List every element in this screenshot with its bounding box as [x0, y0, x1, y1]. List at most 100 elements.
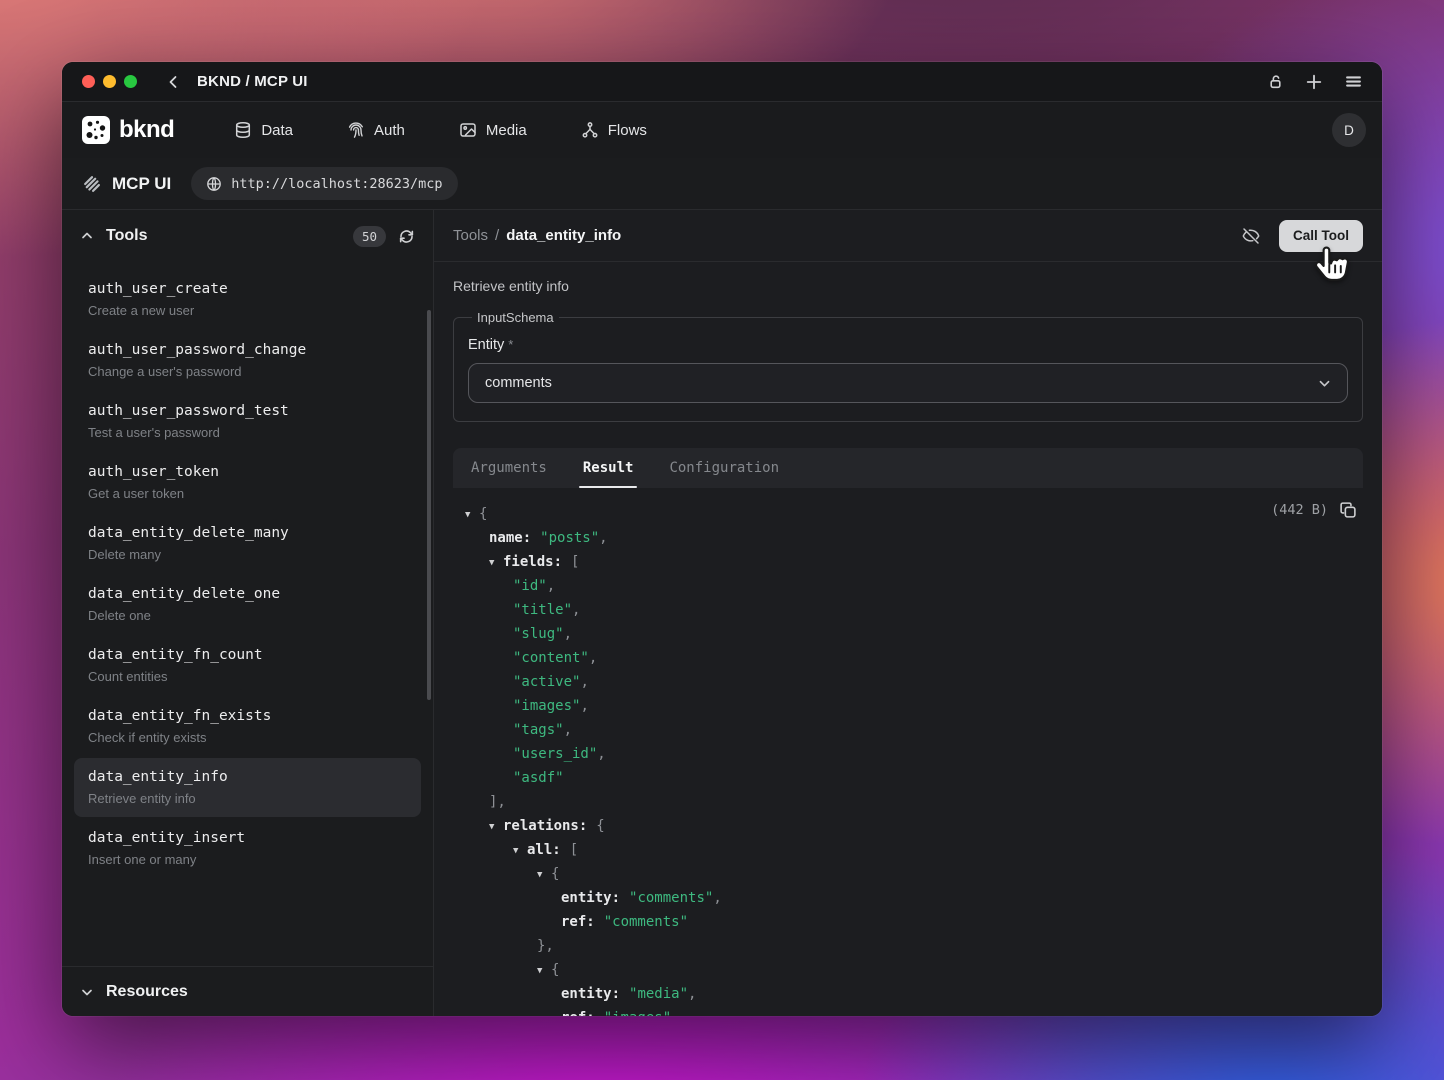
tool-name: auth_user_token	[88, 464, 407, 480]
tool-description: Create a new user	[88, 303, 407, 318]
tool-name: auth_user_password_change	[88, 342, 407, 358]
sidebar-item-data_entity_info[interactable]: data_entity_info Retrieve entity info	[74, 758, 421, 817]
sidebar-item-data_entity_insert[interactable]: data_entity_insertInsert one or many	[74, 819, 421, 878]
entity-select[interactable]: comments	[468, 363, 1348, 403]
copy-icon[interactable]	[1339, 501, 1357, 519]
collapse-triangle-icon[interactable]: ▼	[513, 839, 527, 863]
json-line: ▼{	[465, 862, 1351, 886]
tools-section-header[interactable]: Tools 50	[62, 210, 433, 262]
brand-logo[interactable]: bknd	[78, 116, 178, 144]
bknd-logo-icon	[82, 116, 110, 144]
json-punct: ,	[572, 602, 580, 618]
minimize-window-button[interactable]	[103, 75, 116, 88]
json-tree: ▼{name:"posts",▼fields:["id","title","sl…	[465, 502, 1351, 1016]
tool-name: data_entity_info	[88, 769, 407, 785]
traffic-lights	[82, 75, 137, 88]
tool-description: Retrieve entity info	[88, 791, 407, 806]
tab-result[interactable]: Result	[583, 448, 634, 488]
sidebar-item-auth_user_token[interactable]: auth_user_tokenGet a user token	[74, 453, 421, 512]
sidebar-item-data_entity_fn_exists[interactable]: data_entity_fn_existsCheck if entity exi…	[74, 697, 421, 756]
tool-name: auth_user_create	[88, 281, 407, 297]
json-line: ▼all:[	[465, 838, 1351, 862]
workflow-icon	[581, 121, 599, 139]
json-line: "users_id",	[465, 742, 1351, 766]
json-line: "content",	[465, 646, 1351, 670]
tab-arguments[interactable]: Arguments	[471, 448, 547, 488]
eye-off-icon[interactable]	[1241, 226, 1261, 246]
json-line: "slug",	[465, 622, 1351, 646]
user-avatar[interactable]: D	[1332, 113, 1366, 147]
json-line: ▼{	[465, 958, 1351, 982]
json-string: "title"	[513, 602, 572, 618]
input-schema-fieldset: InputSchema Entity* comments	[453, 310, 1363, 422]
sidebar-item-data_entity_delete_one[interactable]: data_entity_delete_oneDelete one	[74, 575, 421, 634]
json-punct: ,	[589, 650, 597, 666]
json-punct: ,	[597, 746, 605, 762]
nav-item-label: Flows	[608, 122, 647, 139]
result-panel: (442 B) ▼{name:"posts",▼fields:["id","ti…	[453, 488, 1363, 1016]
breadcrumb-parent[interactable]: Tools	[453, 227, 488, 244]
json-key: relations:	[503, 818, 587, 834]
json-line: ],	[465, 790, 1351, 814]
close-window-button[interactable]	[82, 75, 95, 88]
back-button[interactable]	[167, 75, 181, 89]
maximize-window-button[interactable]	[124, 75, 137, 88]
sidebar-item-data_entity_delete_many[interactable]: data_entity_delete_manyDelete many	[74, 514, 421, 573]
json-line: ▼relations: {	[465, 814, 1351, 838]
nav-item-data[interactable]: Data	[234, 121, 293, 139]
json-line: "active",	[465, 670, 1351, 694]
json-key: fields:	[503, 554, 562, 570]
app-window: BKND / MCP UI bknd Data	[62, 62, 1382, 1016]
nav-item-flows[interactable]: Flows	[581, 121, 647, 139]
sidebar-item-auth_user_create[interactable]: auth_user_create Create a new user	[74, 270, 421, 329]
nav-item-label: Media	[486, 122, 527, 139]
tool-name: data_entity_fn_count	[88, 647, 407, 663]
tool-description: Count entities	[88, 669, 407, 684]
tools-count-badge: 50	[353, 226, 386, 247]
sidebar-item-data_entity_fn_count[interactable]: data_entity_fn_count Count entities	[74, 636, 421, 695]
json-punct: {	[551, 866, 559, 882]
server-url-pill[interactable]: http://localhost:28623/mcp	[191, 167, 457, 200]
chevron-up-icon	[80, 229, 94, 243]
tool-description: Change a user's password	[88, 364, 407, 379]
json-punct: {	[596, 818, 604, 834]
nav-item-media[interactable]: Media	[459, 121, 527, 139]
json-string: "comments"	[604, 914, 688, 930]
json-string: "id"	[513, 578, 547, 594]
tool-detail-panel: Tools / data_entity_info Call Tool Retri…	[434, 210, 1382, 1016]
hand-cursor	[1310, 243, 1356, 289]
json-line: entity:"comments",	[465, 886, 1351, 910]
layers-icon	[82, 174, 101, 193]
collapse-triangle-icon[interactable]: ▼	[489, 815, 503, 839]
chevron-down-icon	[80, 985, 94, 999]
resources-section-header[interactable]: Resources	[62, 966, 433, 1016]
json-punct: },	[537, 938, 554, 954]
json-punct: ,	[564, 626, 572, 642]
json-string: "media"	[629, 986, 688, 1002]
unlock-icon[interactable]	[1268, 74, 1283, 89]
sidebar-item-auth_user_password_test[interactable]: auth_user_password_testTest a user's pas…	[74, 392, 421, 451]
collapse-triangle-icon[interactable]: ▼	[489, 551, 503, 575]
tool-name: data_entity_delete_many	[88, 525, 407, 541]
json-line: "title",	[465, 598, 1351, 622]
json-punct: ,	[580, 674, 588, 690]
tool-name: data_entity_insert	[88, 830, 407, 846]
collapse-triangle-icon[interactable]: ▼	[537, 959, 551, 983]
collapse-triangle-icon[interactable]: ▼	[537, 863, 551, 887]
sidebar-scrollbar[interactable]	[427, 310, 431, 700]
chevron-down-icon	[1318, 377, 1331, 390]
json-line: ▼fields:[	[465, 550, 1351, 574]
tab-configuration[interactable]: Configuration	[669, 448, 779, 488]
refresh-icon[interactable]	[398, 228, 415, 245]
plus-icon[interactable]	[1306, 74, 1322, 90]
nav-item-auth[interactable]: Auth	[347, 121, 405, 139]
json-key: name:	[489, 530, 531, 546]
tool-description: Test a user's password	[88, 425, 407, 440]
json-key: entity:	[561, 890, 620, 906]
json-line: ref:"comments"	[465, 910, 1351, 934]
json-key: entity:	[561, 986, 620, 1002]
menu-icon[interactable]	[1345, 73, 1362, 90]
sidebar-item-auth_user_password_change[interactable]: auth_user_password_change Change a user's…	[74, 331, 421, 390]
collapse-triangle-icon[interactable]: ▼	[465, 503, 479, 527]
json-string: "posts"	[540, 530, 599, 546]
